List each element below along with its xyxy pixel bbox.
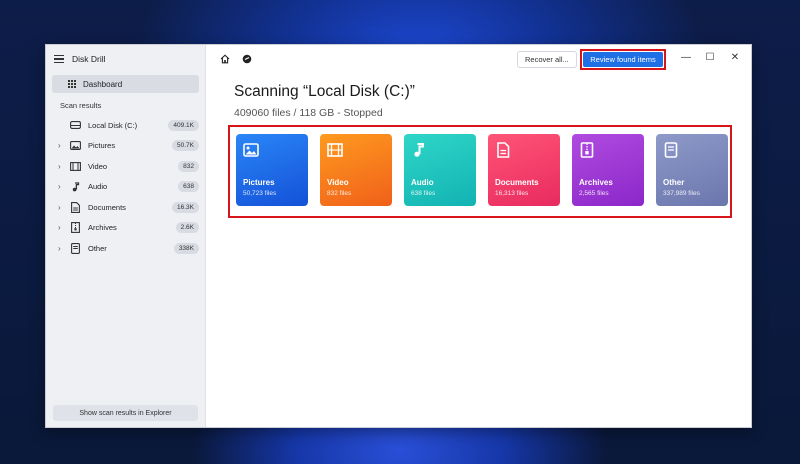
count-badge: 2.6K <box>175 222 199 234</box>
card-pictures[interactable]: Pictures 50,723 files <box>236 134 308 206</box>
card-title: Audio <box>411 178 434 187</box>
sidebar-item-audio[interactable]: › Audio 638 <box>46 177 205 198</box>
card-title: Archives <box>579 178 613 187</box>
chevron-right-icon[interactable]: › <box>58 244 68 253</box>
image-icon <box>243 143 259 157</box>
disk-drill-window: Disk Drill Dashboard Scan results Local … <box>45 44 752 428</box>
minimize-icon[interactable]: — <box>680 52 692 63</box>
archive-icon <box>580 142 594 158</box>
show-in-explorer-button[interactable]: Show scan results in Explorer <box>53 405 198 421</box>
scan-results-heading: Scan results <box>60 101 102 110</box>
archive-icon <box>68 222 82 234</box>
card-archives[interactable]: Archives 2,565 files <box>572 134 644 206</box>
card-other[interactable]: Other 337,989 files <box>656 134 728 206</box>
card-title: Pictures <box>243 178 275 187</box>
category-cards-highlight: Pictures 50,723 files Video 832 files Au… <box>228 125 732 218</box>
card-file-count: 2,565 files <box>579 190 609 197</box>
chevron-right-icon[interactable]: › <box>58 223 68 232</box>
film-icon <box>68 161 82 171</box>
card-file-count: 16,313 files <box>495 190 529 197</box>
file-icon <box>68 242 82 254</box>
card-file-count: 832 files <box>327 190 352 197</box>
main-panel: Recover all... Review found items — ☐ ✕ … <box>206 45 751 427</box>
disk-status-icon[interactable] <box>242 54 252 64</box>
review-found-items-button[interactable]: Review found items <box>583 52 663 67</box>
document-icon <box>68 201 82 213</box>
review-button-highlight: Review found items <box>580 49 666 70</box>
page-title: Scanning “Local Disk (C:)” <box>234 83 415 100</box>
sidebar-item-other[interactable]: › Other 338K <box>46 238 205 259</box>
count-badge: 409.1K <box>168 119 199 131</box>
drive-icon <box>68 121 82 130</box>
dashboard-grid-icon <box>68 80 76 88</box>
count-badge: 338K <box>173 242 199 254</box>
home-icon[interactable] <box>220 54 230 64</box>
count-badge: 50.7K <box>172 140 199 152</box>
card-file-count: 337,989 files <box>663 190 700 197</box>
image-icon <box>68 141 82 151</box>
hamburger-menu-icon[interactable] <box>54 55 64 63</box>
count-badge: 16.3K <box>172 201 199 213</box>
chevron-right-icon[interactable]: › <box>58 162 68 171</box>
scan-status: 409060 files / 118 GB - Stopped <box>234 107 383 119</box>
sidebar-item-archives[interactable]: › Archives 2.6K <box>46 218 205 239</box>
card-title: Video <box>327 178 349 187</box>
card-title: Documents <box>495 178 539 187</box>
close-icon[interactable]: ✕ <box>729 52 741 63</box>
card-file-count: 638 files <box>411 190 436 197</box>
sidebar-item-video[interactable]: › Video 832 <box>46 156 205 177</box>
card-file-count: 50,723 files <box>243 190 277 197</box>
sidebar-item-local-disk[interactable]: Local Disk (C:) 409.1K <box>46 115 205 136</box>
sidebar-item-pictures[interactable]: › Pictures 50.7K <box>46 136 205 157</box>
film-icon <box>327 143 343 157</box>
chevron-right-icon[interactable]: › <box>58 182 68 191</box>
maximize-icon[interactable]: ☐ <box>704 52 716 63</box>
app-title: Disk Drill <box>72 54 106 64</box>
app-title-row: Disk Drill <box>46 45 205 73</box>
count-badge: 638 <box>178 181 199 193</box>
recover-all-button[interactable]: Recover all... <box>517 51 577 68</box>
sidebar-item-label: Dashboard <box>83 79 123 89</box>
card-video[interactable]: Video 832 files <box>320 134 392 206</box>
card-audio[interactable]: Audio 638 files <box>404 134 476 206</box>
card-documents[interactable]: Documents 16,313 files <box>488 134 560 206</box>
file-icon <box>664 142 678 158</box>
sidebar: Disk Drill Dashboard Scan results Local … <box>46 45 206 427</box>
document-icon <box>497 142 510 158</box>
sidebar-item-dashboard[interactable]: Dashboard <box>52 75 199 93</box>
count-badge: 832 <box>178 160 199 172</box>
chevron-right-icon[interactable]: › <box>58 203 68 212</box>
music-note-icon <box>68 182 82 192</box>
chevron-right-icon[interactable]: › <box>58 141 68 150</box>
card-title: Other <box>663 178 685 187</box>
music-note-icon <box>414 143 424 157</box>
toolbar: Recover all... Review found items — ☐ ✕ <box>206 45 751 73</box>
sidebar-item-documents[interactable]: › Documents 16.3K <box>46 197 205 218</box>
